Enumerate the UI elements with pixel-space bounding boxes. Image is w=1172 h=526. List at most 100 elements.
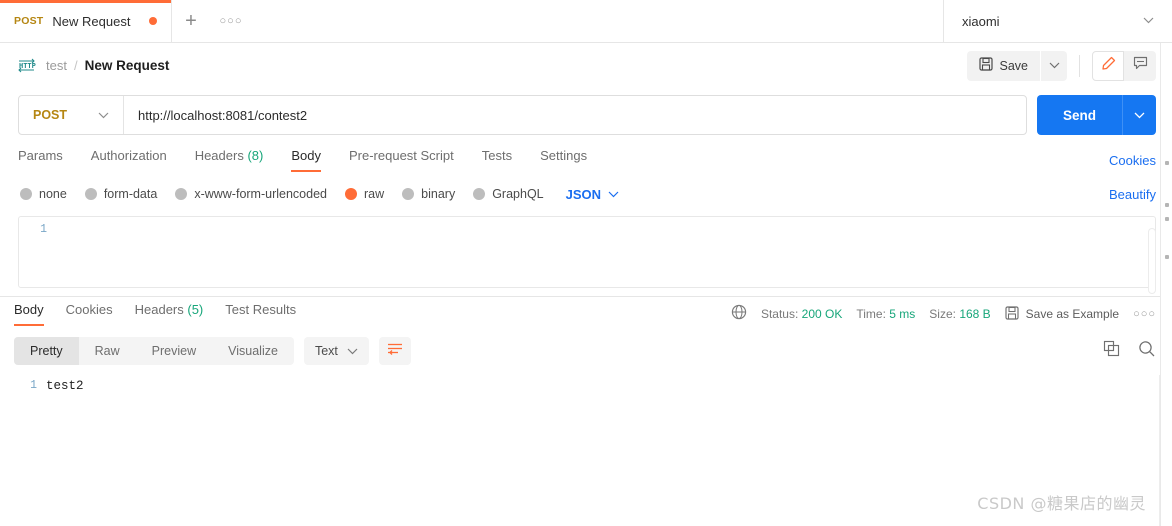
rail-icon[interactable] xyxy=(1164,161,1169,165)
breadcrumb-parent[interactable]: test xyxy=(46,58,67,73)
rail-icon[interactable] xyxy=(1164,203,1169,207)
response-tab-body-label: Body xyxy=(14,302,44,317)
tab-pre-request-script-label: Pre-request Script xyxy=(348,148,454,163)
tab-params[interactable]: Params xyxy=(18,148,63,172)
response-tab-cookies-label: Cookies xyxy=(65,302,113,317)
radio-icon xyxy=(402,188,415,200)
breadcrumb-actions: Save xyxy=(966,50,1156,81)
save-options-button[interactable] xyxy=(1041,50,1067,81)
view-mode-visualize[interactable]: Visualize xyxy=(212,337,294,365)
body-type-raw[interactable]: raw xyxy=(345,187,384,201)
request-editor-content[interactable] xyxy=(55,223,1155,287)
tab-options-icon[interactable]: ○○○ xyxy=(210,0,252,42)
time-value: 5 ms xyxy=(889,307,916,321)
raw-format-selector[interactable]: JSON xyxy=(566,185,619,203)
response-tab-body[interactable]: Body xyxy=(14,302,44,326)
tab-authorization[interactable]: Authorization xyxy=(91,148,167,172)
line-number: 1 xyxy=(30,379,37,392)
breadcrumb-current: New Request xyxy=(84,58,170,73)
comments-button[interactable] xyxy=(1124,50,1156,81)
response-tab-cookies[interactable]: Cookies xyxy=(66,302,113,326)
request-editor-gutter: 1 xyxy=(19,223,55,287)
size-label: Size: xyxy=(929,307,956,321)
breadcrumb-bar: HTTP test / New Request Save xyxy=(0,43,1172,88)
tab-headers-label: Headers xyxy=(194,148,244,163)
tab-body[interactable]: Body xyxy=(291,148,321,172)
http-icon: HTTP xyxy=(18,58,36,74)
response-gutter: 1 xyxy=(0,379,46,393)
comment-icon xyxy=(1133,56,1148,75)
http-method-value: POST xyxy=(33,108,68,122)
request-editor-scrollbar[interactable] xyxy=(1148,228,1156,294)
response-tab-test-results[interactable]: Test Results xyxy=(225,302,296,326)
response-body: 1 test2 xyxy=(0,371,1172,393)
save-as-example-button[interactable]: Save as Example xyxy=(1005,305,1119,323)
search-icon[interactable] xyxy=(1138,340,1156,363)
response-format-selector[interactable]: Text xyxy=(303,337,369,365)
copy-icon[interactable] xyxy=(1103,340,1120,362)
response-more-options-icon[interactable]: ○○○ xyxy=(1133,308,1156,320)
response-body-content: test2 xyxy=(46,379,84,393)
tab-settings-label: Settings xyxy=(540,148,588,163)
beautify-link[interactable]: Beautify xyxy=(1109,187,1156,202)
request-tab-new-request[interactable]: POST New Request xyxy=(0,0,172,42)
response-format-value: Text xyxy=(314,344,338,358)
time-badge: Time: 5 ms xyxy=(856,307,915,321)
body-type-binary[interactable]: binary xyxy=(402,187,455,201)
tab-authorization-label: Authorization xyxy=(90,148,167,163)
send-group: Send xyxy=(1036,95,1156,135)
rail-icon[interactable] xyxy=(1164,255,1169,259)
status-badge: Status: 200 OK xyxy=(761,307,842,321)
floppy-icon xyxy=(1005,305,1019,323)
environment-name: xiaomi xyxy=(962,13,1000,29)
response-header: Body Cookies Headers (5) Test Results St… xyxy=(0,297,1172,331)
body-type-options: none form-data x-www-form-urlencoded raw… xyxy=(0,178,1172,210)
body-type-form-data[interactable]: form-data xyxy=(84,187,158,201)
tab-headers[interactable]: Headers (8) xyxy=(195,148,264,172)
cookies-link[interactable]: Cookies xyxy=(1109,153,1156,168)
body-type-graphql[interactable]: GraphQL xyxy=(473,187,544,201)
word-wrap-icon xyxy=(387,342,403,361)
url-input[interactable] xyxy=(124,96,1026,134)
edit-request-button[interactable] xyxy=(1092,50,1124,81)
environment-selector[interactable]: xiaomi xyxy=(944,0,1172,42)
send-button[interactable]: Send xyxy=(1036,95,1122,135)
response-view-mode-group: Pretty Raw Preview Visualize xyxy=(14,337,294,365)
tab-tests[interactable]: Tests xyxy=(482,148,512,172)
tab-pre-request-script[interactable]: Pre-request Script xyxy=(349,148,454,172)
request-body-editor-wrap: 1 xyxy=(0,210,1172,296)
view-mode-preview[interactable]: Preview xyxy=(136,337,212,365)
body-type-urlencoded-label: x-www-form-urlencoded xyxy=(194,187,327,201)
response-tab-headers-count: (5) xyxy=(187,302,204,317)
view-mode-pretty[interactable]: Pretty xyxy=(14,337,79,365)
body-type-urlencoded[interactable]: x-www-form-urlencoded xyxy=(175,187,327,201)
radio-icon-selected xyxy=(345,188,357,200)
tab-settings[interactable]: Settings xyxy=(540,148,587,172)
tab-body-label: Body xyxy=(291,148,321,163)
breadcrumb-separator: / xyxy=(73,58,78,73)
size-value: 168 B xyxy=(959,307,991,321)
send-options-button[interactable] xyxy=(1122,95,1156,135)
response-tab-headers[interactable]: Headers (5) xyxy=(135,302,204,326)
tab-headers-count: (8) xyxy=(247,148,264,163)
save-button[interactable]: Save xyxy=(966,50,1040,81)
postman-window: POST New Request + ○○○ xiaomi HTTP test … xyxy=(0,0,1172,526)
http-method-selector[interactable]: POST xyxy=(19,96,124,134)
rail-icon[interactable] xyxy=(1164,217,1169,221)
watermark: CSDN @糖果店的幽灵 xyxy=(977,494,1146,513)
body-type-none[interactable]: none xyxy=(20,187,67,201)
request-body-editor[interactable]: 1 xyxy=(18,216,1156,288)
status-label: Status: xyxy=(760,307,799,321)
floppy-icon xyxy=(978,57,993,74)
pencil-icon xyxy=(1101,56,1116,76)
radio-icon xyxy=(20,188,32,200)
word-wrap-button[interactable] xyxy=(378,337,411,365)
url-bar-row: POST Send xyxy=(0,88,1172,142)
response-tools xyxy=(1103,340,1156,363)
body-type-none-label: none xyxy=(39,187,67,201)
body-type-form-data-label: form-data xyxy=(103,187,158,201)
new-tab-button[interactable]: + xyxy=(172,0,210,42)
view-mode-raw[interactable]: Raw xyxy=(79,337,136,365)
tab-params-label: Params xyxy=(18,148,63,163)
body-type-binary-label: binary xyxy=(421,187,456,201)
